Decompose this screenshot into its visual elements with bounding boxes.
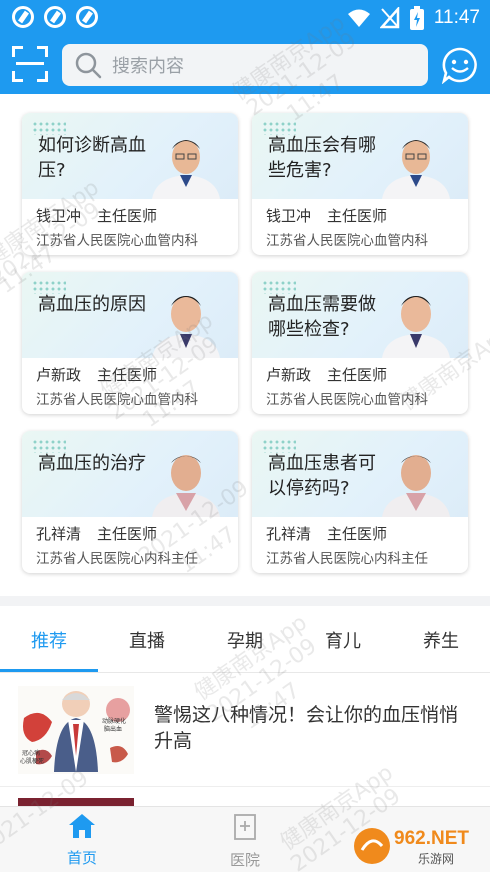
doctor-name: 卢新政 — [36, 366, 82, 384]
article-title: 警惕这八种情况！会让你的血压悄悄升高 — [154, 704, 459, 752]
card-banner: 高血压的原因 — [22, 272, 238, 358]
hospital-icon — [234, 814, 256, 840]
video-card[interactable]: 高血压的原因 卢新政 主任医师 江苏省人民医院心血管内科 — [22, 272, 238, 414]
doctor-role: 主任医师 — [97, 207, 158, 225]
doctor-hospital: 江苏省人民医院心血管内科 — [266, 233, 428, 249]
card-banner: 如何诊断高血压? — [22, 113, 238, 199]
tab-pregnancy[interactable]: 孕期 — [196, 606, 294, 674]
card-title: 高血压的原因 — [38, 294, 146, 315]
doctor-hospital: 江苏省人民医院心血管内科 — [36, 233, 198, 249]
tab-wellness[interactable]: 养生 — [392, 606, 490, 674]
card-banner: 高血压的治疗 — [22, 431, 238, 517]
doctor-avatar — [152, 140, 220, 199]
doctor-role: 主任医师 — [327, 366, 388, 384]
doctor-name: 钱卫冲 — [36, 207, 82, 225]
doctor-avatar — [382, 296, 450, 358]
clock: 11:47 — [433, 7, 480, 28]
battery-icon — [409, 6, 424, 30]
doctor-hospital: 江苏省人民医院心内科主任 — [266, 551, 428, 567]
card-title: 高血压会有哪些危害? — [268, 135, 376, 181]
thumbnail-label: 脑出血 — [104, 726, 123, 733]
doctor-avatar — [382, 140, 450, 199]
search-icon — [75, 52, 102, 79]
category-tabs: 推荐 直播 孕期 育儿 养生 — [0, 606, 490, 674]
card-title: 如何诊断高血压? — [38, 135, 146, 181]
doctor-avatar — [152, 296, 220, 358]
nav-hospital-label: 医院 — [229, 851, 260, 869]
article-thumbnail: 动脉硬化 脑出血 冠心病 心肌梗死 — [18, 686, 134, 774]
video-card[interactable]: 如何诊断高血压? 钱卫冲 主任医师 江苏省人民医院心血管内科 — [22, 113, 238, 255]
home-icon — [69, 814, 95, 838]
app-notification-icon — [44, 6, 66, 28]
search-input[interactable]: 搜索内容 — [62, 44, 428, 86]
doctor-hospital: 江苏省人民医院心血管内科 — [266, 392, 428, 408]
no-sim-icon — [379, 7, 400, 29]
search-placeholder: 搜索内容 — [112, 56, 184, 77]
video-card[interactable]: 高血压患者可以停药吗? 孔祥清 主任医师 江苏省人民医院心内科主任 — [252, 431, 468, 573]
section-divider — [0, 596, 490, 606]
app-notification-icon — [12, 6, 34, 28]
video-card[interactable]: 高血压会有哪些危害? 钱卫冲 主任医师 江苏省人民医院心血管内科 — [252, 113, 468, 255]
doctor-hospital: 江苏省人民医院心内科主任 — [36, 551, 198, 567]
notification-icons — [12, 6, 98, 28]
video-card[interactable]: 高血压的治疗 孔祥清 主任医师 江苏省人民医院心内科主任 — [22, 431, 238, 573]
tab-recommend[interactable]: 推荐 — [0, 606, 98, 674]
tab-parenting[interactable]: 育儿 — [294, 606, 392, 674]
top-header: 搜索内容 — [0, 36, 490, 94]
doctor-role: 主任医师 — [97, 366, 158, 384]
doctor-name: 卢新政 — [266, 366, 312, 384]
card-banner: 高血压需要做哪些检查? — [252, 272, 468, 358]
list-divider — [0, 786, 490, 787]
card-title: 高血压患者可以停药吗? — [268, 453, 376, 499]
doctor-name: 钱卫冲 — [266, 207, 312, 225]
card-banner: 高血压患者可以停药吗? — [252, 431, 468, 517]
article-item[interactable]: 动脉硬化 脑出血 冠心病 心肌梗死 警惕这八种情况！会让你的血压悄悄升高 — [0, 676, 490, 784]
doctor-avatar — [152, 455, 220, 517]
card-title: 高血压需要做哪些检查? — [268, 294, 376, 340]
tabs-divider — [0, 672, 490, 673]
app-notification-icon — [76, 6, 98, 28]
logo-subtext: 乐游网 — [418, 852, 455, 866]
site-logo: 962.NET 乐游网 — [352, 826, 482, 866]
doctor-name: 孔祥清 — [266, 525, 312, 543]
tab-live[interactable]: 直播 — [98, 606, 196, 674]
wifi-icon — [347, 9, 370, 27]
card-banner: 高血压会有哪些危害? — [252, 113, 468, 199]
scan-icon[interactable] — [12, 46, 48, 82]
logo-text: 962.NET — [394, 828, 469, 849]
thumbnail-label: 心肌梗死 — [20, 758, 45, 765]
nav-home[interactable]: 首页 — [42, 813, 122, 868]
doctor-hospital: 江苏省人民医院心血管内科 — [36, 392, 198, 408]
status-bar: 11:47 — [0, 0, 490, 36]
doctor-avatar — [382, 455, 450, 517]
doctor-role: 主任医师 — [327, 207, 388, 225]
doctor-name: 孔祥清 — [36, 525, 82, 543]
nav-home-label: 首页 — [66, 849, 97, 867]
video-card[interactable]: 高血压需要做哪些检查? 卢新政 主任医师 江苏省人民医院心血管内科 — [252, 272, 468, 414]
nav-hospital[interactable]: 医院 — [205, 813, 285, 870]
message-icon[interactable] — [441, 46, 479, 84]
doctor-role: 主任医师 — [327, 525, 388, 543]
card-title: 高血压的治疗 — [38, 453, 146, 474]
doctor-role: 主任医师 — [97, 525, 158, 543]
